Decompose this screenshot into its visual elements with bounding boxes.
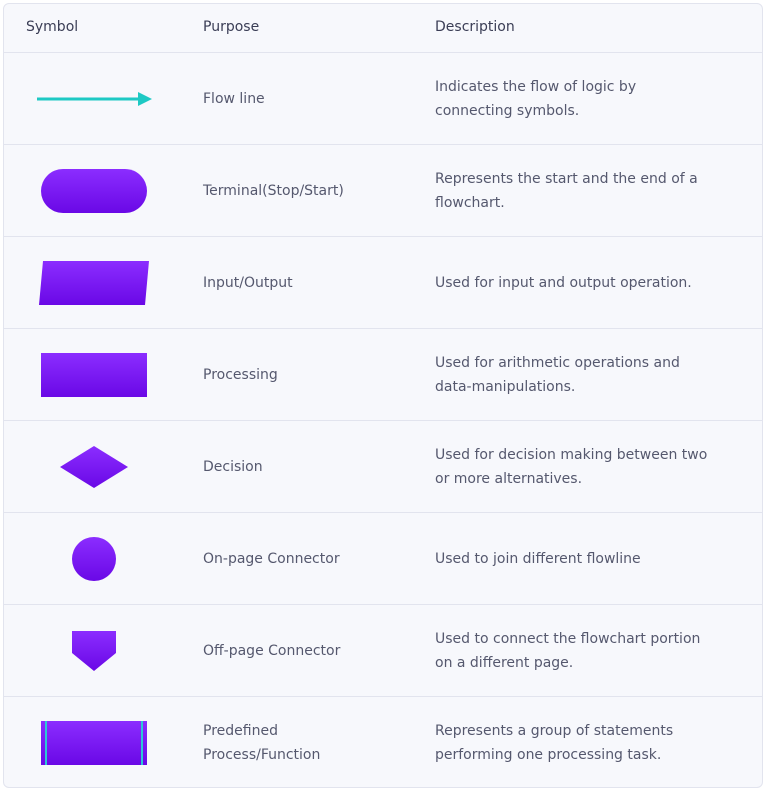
predefined-process-icon (41, 720, 147, 765)
description-text: Used to join different flowline (435, 550, 641, 567)
table-row: On-page Connector Used to join different… (4, 513, 762, 605)
purpose-text: Decision (203, 458, 263, 475)
table-row: Off-page Connector Used to connect the f… (4, 605, 762, 697)
on-page-connector-icon (72, 536, 116, 581)
table-row: Flow line Indicates the flow of logic by… (4, 53, 762, 145)
table-row: Processing Used for arithmetic operation… (4, 329, 762, 421)
description-text: Used for decision making between two or … (435, 446, 708, 487)
purpose-text: Processing (203, 366, 278, 383)
table-row: Predefined Process/Function Represents a… (4, 697, 762, 787)
table-row: Input/Output Used for input and output o… (4, 237, 762, 329)
symbol-cell (24, 237, 164, 328)
off-page-connector-icon (72, 630, 116, 671)
processing-icon (41, 352, 147, 397)
flow-line-arrow-icon (37, 91, 152, 106)
symbol-cell (24, 145, 164, 236)
purpose-text: Input/Output (203, 274, 293, 291)
decision-icon (60, 445, 128, 488)
symbol-cell (24, 697, 164, 787)
table-row: Terminal(Stop/Start) Represents the star… (4, 145, 762, 237)
purpose-text: Predefined Process/Function (203, 722, 321, 763)
description-text: Used for input and output operation. (435, 274, 692, 291)
table-row: Decision Used for decision making betwee… (4, 421, 762, 513)
table-header: Symbol Purpose Description (4, 4, 762, 53)
terminal-icon (41, 168, 147, 213)
header-symbol: Symbol (26, 19, 79, 35)
header-purpose: Purpose (203, 19, 260, 35)
description-text: Used to connect the flowchart portion on… (435, 630, 701, 671)
purpose-text: Off-page Connector (203, 642, 341, 659)
symbol-cell (24, 329, 164, 420)
symbol-cell (24, 53, 164, 144)
description-text: Indicates the flow of logic by connectin… (435, 78, 637, 119)
input-output-icon (39, 260, 149, 305)
description-text: Represents a group of statements perform… (435, 722, 674, 763)
symbol-cell (24, 421, 164, 512)
flowchart-symbols-table: Symbol Purpose Description Flow line Ind… (3, 3, 763, 788)
purpose-text: On-page Connector (203, 550, 340, 567)
description-text: Represents the start and the end of a fl… (435, 170, 698, 211)
description-text: Used for arithmetic operations and data-… (435, 354, 680, 395)
symbol-cell (24, 513, 164, 604)
symbol-cell (24, 605, 164, 696)
header-description: Description (435, 19, 515, 35)
purpose-text: Flow line (203, 90, 265, 107)
purpose-text: Terminal(Stop/Start) (203, 182, 344, 199)
